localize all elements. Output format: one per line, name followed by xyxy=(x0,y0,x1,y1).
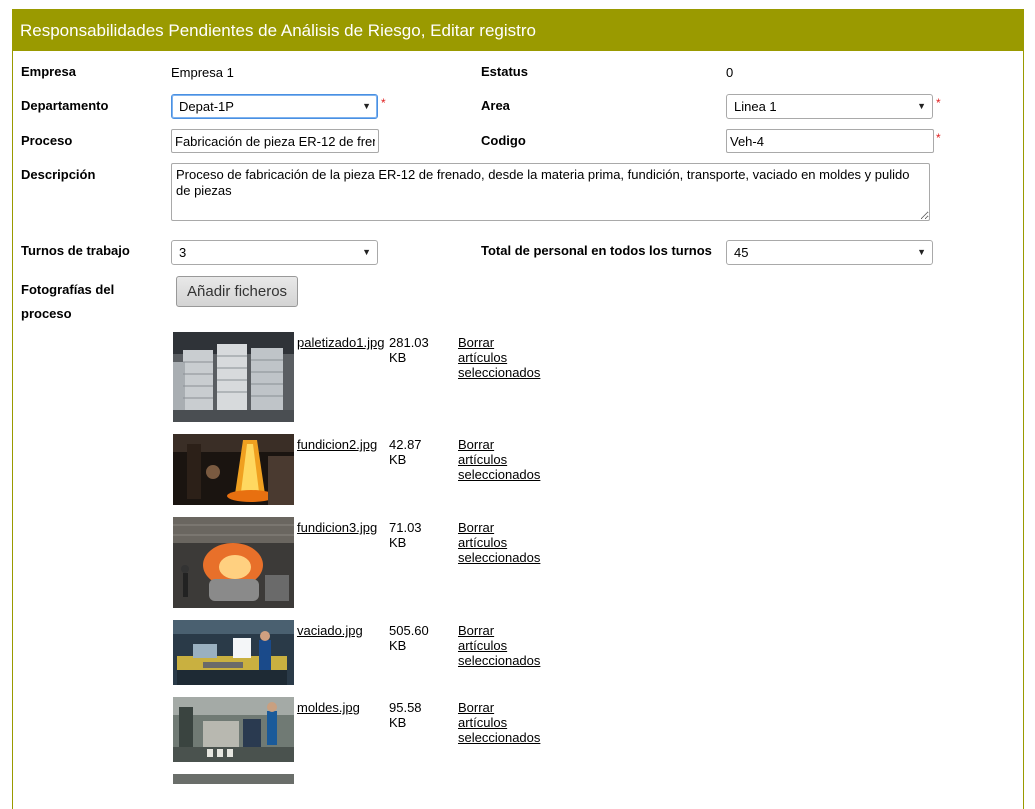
delete-file-link[interactable]: Borrar artículos seleccionados xyxy=(458,623,540,668)
departamento-label: Departamento xyxy=(21,98,109,113)
area-label: Area xyxy=(481,98,510,113)
file-thumbnail[interactable] xyxy=(173,697,294,762)
delete-file-link[interactable]: Borrar artículos seleccionados xyxy=(458,520,540,565)
file-thumbnail[interactable] xyxy=(173,620,294,685)
file-name-link[interactable]: fundicion3.jpg xyxy=(297,520,377,535)
file-size: 95.58 KB xyxy=(389,700,422,730)
turnos-label: Turnos de trabajo xyxy=(21,243,130,258)
descripcion-textarea[interactable]: Proceso de fabricación de la pieza ER-12… xyxy=(171,163,930,221)
chevron-down-icon: ▼ xyxy=(917,101,926,111)
turnos-selected-value: 3 xyxy=(179,245,187,260)
codigo-input[interactable] xyxy=(726,129,934,153)
delete-file-link[interactable]: Borrar artículos seleccionados xyxy=(458,335,540,380)
descripcion-label: Descripción xyxy=(21,167,96,182)
file-thumbnail[interactable] xyxy=(173,434,294,505)
required-marker: * xyxy=(936,131,941,145)
delete-file-link[interactable]: Borrar artículos seleccionados xyxy=(458,700,540,745)
file-size: 42.87 KB xyxy=(389,437,422,467)
add-files-button[interactable]: Añadir ficheros xyxy=(176,276,299,307)
area-selected-value: Linea 1 xyxy=(734,99,777,114)
area-select[interactable]: Linea 1 ▼ xyxy=(726,94,933,119)
proceso-label: Proceso xyxy=(21,133,73,148)
page-title: Responsabilidades Pendientes de Análisis… xyxy=(13,10,1023,51)
departamento-select[interactable]: Depat-1P ▼ xyxy=(171,94,378,119)
codigo-label: Codigo xyxy=(481,133,526,148)
required-marker: * xyxy=(936,96,941,110)
file-size: 505.60 KB xyxy=(389,623,429,653)
personal-selected-value: 45 xyxy=(734,245,749,260)
file-name-link[interactable]: paletizado1.jpg xyxy=(297,335,384,350)
file-size: 71.03 KB xyxy=(389,520,422,550)
required-marker: * xyxy=(381,96,386,110)
delete-file-link[interactable]: Borrar artículos seleccionados xyxy=(458,437,540,482)
personal-select[interactable]: 45 ▼ xyxy=(726,240,933,265)
file-size: 281.03 KB xyxy=(389,335,429,365)
estatus-label: Estatus xyxy=(481,64,528,79)
edit-record-panel: Responsabilidades Pendientes de Análisis… xyxy=(12,9,1024,809)
personal-label: Total de personal en todos los turnos xyxy=(481,243,712,258)
file-thumbnail[interactable] xyxy=(173,517,294,608)
file-name-link[interactable]: vaciado.jpg xyxy=(297,623,363,638)
file-name-link[interactable]: moldes.jpg xyxy=(297,700,360,715)
proceso-input[interactable] xyxy=(171,129,379,153)
file-thumbnail[interactable] xyxy=(173,774,294,784)
fotos-label: Fotografías del proceso xyxy=(21,282,115,321)
empresa-label: Empresa xyxy=(21,64,76,79)
turnos-select[interactable]: 3 ▼ xyxy=(171,240,378,265)
departamento-selected-value: Depat-1P xyxy=(179,99,234,114)
chevron-down-icon: ▼ xyxy=(362,247,371,257)
chevron-down-icon: ▼ xyxy=(362,101,371,111)
estatus-value: 0 xyxy=(726,65,734,80)
empresa-value: Empresa 1 xyxy=(171,65,234,80)
file-name-link[interactable]: fundicion2.jpg xyxy=(297,437,377,452)
chevron-down-icon: ▼ xyxy=(917,247,926,257)
file-thumbnail[interactable] xyxy=(173,332,294,422)
